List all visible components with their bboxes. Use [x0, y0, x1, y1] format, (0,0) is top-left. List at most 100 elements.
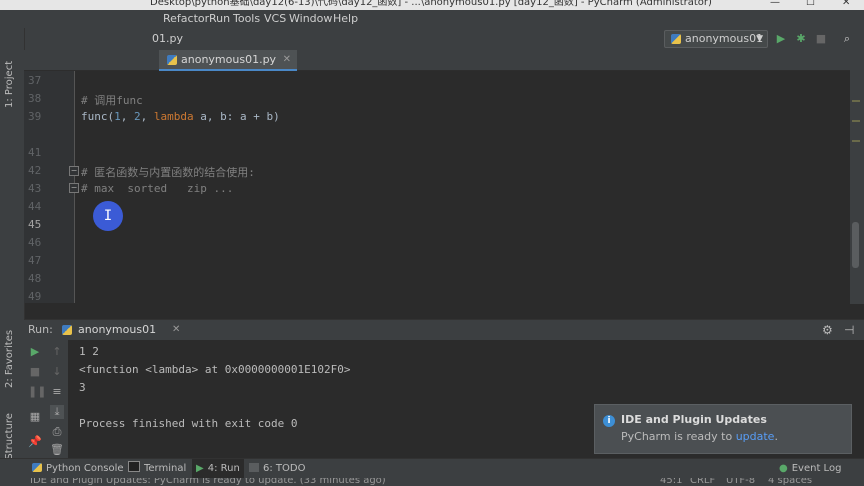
scrollbar-thumb[interactable] — [852, 222, 859, 268]
line-number: 49 — [28, 290, 42, 303]
update-link[interactable]: update — [736, 430, 775, 443]
scroll-to-end-icon[interactable]: ⤓ — [50, 405, 64, 419]
pin-icon[interactable]: 📌 — [28, 435, 42, 449]
text-cursor-icon: I — [103, 208, 113, 224]
layout-icon[interactable]: ▦ — [28, 410, 42, 424]
soft-wrap-icon[interactable]: ≡ — [50, 385, 64, 399]
file-encoding[interactable]: UTF-8 — [726, 478, 755, 486]
editor-tab-label: anonymous01.py — [181, 53, 277, 66]
console-line: 1 2 — [79, 345, 99, 358]
status-bar: IDE and Plugin Updates: PyCharm is ready… — [0, 478, 864, 486]
debug-icon[interactable]: ✱ — [794, 32, 808, 46]
close-tab-icon[interactable]: ✕ — [172, 320, 180, 340]
tool-window-bar: Python Console Terminal ▶ 4: Run 6: TODO … — [0, 458, 864, 479]
run-tab-anonymous01[interactable]: anonymous01 ✕ — [54, 320, 184, 340]
gear-icon[interactable]: ⚙ — [822, 320, 833, 340]
line-number: 42 — [28, 164, 42, 177]
notification-title: IDE and Plugin Updates — [621, 413, 767, 426]
status-message[interactable]: IDE and Plugin Updates: PyCharm is ready… — [30, 478, 386, 486]
chevron-down-icon: ▼ — [756, 34, 763, 44]
notification-body: PyCharm is ready to update. — [621, 430, 778, 443]
close-icon[interactable]: ✕ — [842, 0, 850, 8]
python-file-icon — [62, 325, 72, 335]
python-file-icon — [167, 55, 177, 65]
stop-icon[interactable]: ■ — [814, 32, 828, 46]
run-config-selector[interactable]: anonymous01 ▼ — [664, 30, 768, 48]
python-console-button[interactable]: Python Console — [32, 459, 124, 479]
run-toolbar-primary: ▶ ■ ❚❚ ▦ 📌 — [24, 340, 46, 458]
rerun-icon[interactable]: ▶ — [28, 345, 42, 359]
project-tool-tab[interactable]: 1: Project — [4, 61, 15, 108]
line-number: 47 — [28, 254, 42, 267]
event-log-icon: ● — [779, 463, 788, 474]
run-tab-label: anonymous01 — [78, 323, 157, 336]
line-number: 43 — [28, 182, 42, 195]
python-console-icon — [32, 463, 42, 472]
menu-window[interactable]: Window — [289, 10, 332, 28]
run-icon[interactable]: ▶ — [774, 32, 788, 46]
line-number: 48 — [28, 272, 42, 285]
minimize-icon[interactable]: — — [770, 0, 780, 8]
navigation-bar: 01.py anonymous01 ▼ ▶ ✱ ■ ⌕ — [0, 28, 864, 51]
caret-position[interactable]: 45:1 — [660, 478, 682, 486]
todo-button[interactable]: 6: TODO — [249, 459, 305, 479]
favorites-tool-tab[interactable]: 2: Favorites — [4, 330, 15, 388]
run-toolbar-secondary: ↑ ↓ ≡ ⤓ ⎙ 🗑 — [46, 340, 69, 458]
fold-marker-icon[interactable]: − — [69, 166, 79, 176]
pause-icon[interactable]: ❚❚ — [28, 385, 46, 399]
event-log-button[interactable]: ● Event Log — [779, 459, 841, 479]
error-stripe-mark — [852, 120, 860, 122]
info-icon: i — [603, 415, 615, 427]
print-icon[interactable]: ⎙ — [50, 425, 64, 439]
delete-icon[interactable]: 🗑 — [50, 443, 64, 457]
arrow-down-icon[interactable]: ↓ — [50, 365, 64, 379]
line-number: 38 — [28, 92, 42, 105]
console-line: <function <lambda> at 0x0000000001E102F0… — [79, 363, 351, 376]
terminal-icon — [128, 461, 140, 472]
editor-tab-anonymous01[interactable]: anonymous01.py ✕ — [159, 50, 297, 71]
code-editor[interactable]: # 调用func func(1, 2, lambda a, b: a + b) … — [74, 71, 851, 303]
python-file-icon — [671, 34, 681, 44]
left-tool-stripe: 1: Project 2: Favorites Z: Structure — [0, 28, 25, 473]
breadcrumb-file[interactable]: 01.py — [152, 32, 183, 45]
line-number: 39 — [28, 110, 42, 123]
terminal-button[interactable]: Terminal — [128, 459, 186, 479]
maximize-icon[interactable]: ☐ — [806, 0, 815, 8]
window-title: Desktop\python基础\day12(6-13)\代码\day12_函数… — [150, 0, 712, 8]
search-icon[interactable]: ⌕ — [840, 32, 854, 46]
line-number: 37 — [28, 74, 42, 87]
code-line-39: func(1, 2, lambda a, b: a + b) — [81, 110, 280, 123]
menu-tools[interactable]: Tools — [233, 10, 260, 28]
run-tool-icon: ▶ — [196, 463, 204, 474]
error-stripe-mark — [852, 100, 860, 102]
code-line-42: # 匿名函数与内置函数的结合使用: — [81, 166, 255, 179]
todo-icon — [249, 463, 259, 472]
arrow-up-icon[interactable]: ↑ — [50, 345, 64, 359]
fold-marker-icon[interactable]: − — [69, 183, 79, 193]
menu-refactor[interactable]: Refactor — [163, 10, 209, 28]
run-config-label: anonymous01 — [685, 32, 764, 45]
editor-tab-strip: anonymous01.py ✕ — [24, 50, 854, 71]
line-number-gutter: 37 38 39 41 42 43 44 45 46 47 48 49 — [24, 71, 74, 303]
stop-icon[interactable]: ■ — [28, 365, 42, 379]
indent-setting[interactable]: 4 spaces — [768, 478, 812, 486]
run-panel-label: Run: — [28, 323, 53, 336]
update-notification[interactable]: i IDE and Plugin Updates PyCharm is read… — [594, 404, 852, 454]
run-panel-header: Run: anonymous01 ✕ ⚙ ⊣ — [24, 319, 864, 341]
code-line-43: # max sorted zip ... — [81, 182, 234, 195]
line-number: 46 — [28, 236, 42, 249]
menu-help[interactable]: Help — [333, 10, 358, 28]
close-tab-icon[interactable]: ✕ — [283, 50, 291, 69]
run-tool-button[interactable]: ▶ 4: Run — [192, 459, 244, 479]
menu-vcs[interactable]: VCS — [264, 10, 286, 28]
code-line-38: # 调用func — [81, 94, 143, 107]
menu-run[interactable]: Run — [209, 10, 230, 28]
error-stripe-mark — [852, 140, 860, 142]
window-title-bar: Desktop\python基础\day12(6-13)\代码\day12_函数… — [0, 0, 864, 10]
line-separator[interactable]: CRLF — [690, 478, 715, 486]
line-number-current: 45 — [28, 218, 42, 231]
hide-panel-icon[interactable]: ⊣ — [844, 320, 854, 340]
line-number: 44 — [28, 200, 42, 213]
line-number: 41 — [28, 146, 42, 159]
console-line: Process finished with exit code 0 — [79, 417, 298, 430]
